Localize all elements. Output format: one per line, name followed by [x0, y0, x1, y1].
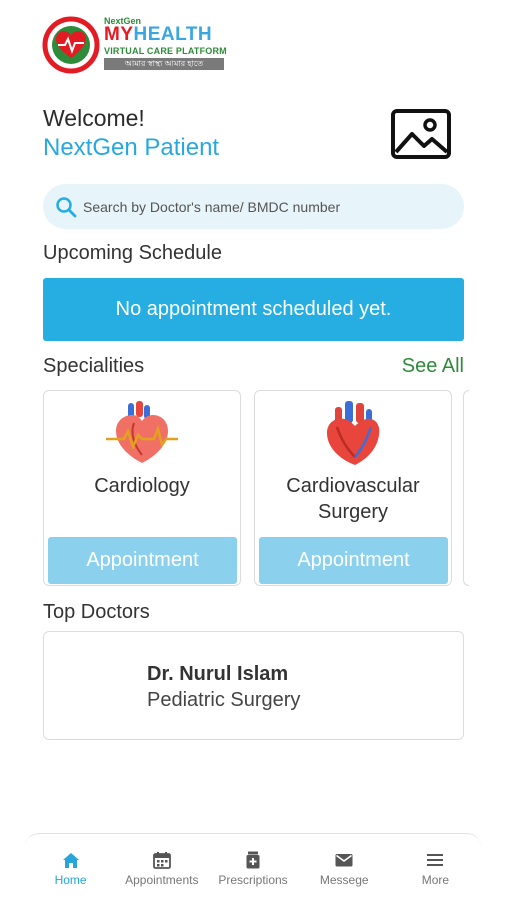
schedule-title: Upcoming Schedule	[43, 242, 222, 264]
logo-brand-sub: VIRTUAL CARE PLATFORM	[104, 46, 227, 56]
logo-brand-main: MYHEALTH	[104, 24, 212, 46]
welcome-text: Welcome!	[43, 105, 145, 131]
search-bar[interactable]	[43, 184, 464, 229]
mail-icon	[335, 854, 353, 867]
nav-label: Home	[54, 873, 87, 887]
doctor-speciality: Pediatric Surgery	[147, 689, 301, 711]
see-all-link[interactable]: See All	[402, 355, 464, 378]
logo-brand-health: HEALTH	[133, 24, 213, 45]
appointment-button[interactable]: Appointment	[259, 537, 448, 584]
prescription-icon	[246, 851, 260, 869]
speciality-card-cardiovascular-surgery[interactable]: Cardiovascular Surgery Appointment	[254, 390, 452, 586]
nav-home[interactable]: Home	[25, 834, 116, 900]
logo-brand-my: MY	[104, 24, 134, 45]
logo-brand-tag: আমার স্বাস্থ্য আমার হাতে	[104, 58, 224, 70]
no-appointment-banner: No appointment scheduled yet.	[43, 278, 464, 341]
calendar-icon	[152, 852, 171, 869]
speciality-name: Cardiology	[94, 475, 190, 497]
speciality-card-peek[interactable]	[463, 390, 469, 586]
speciality-name: Cardiovascular Surgery	[286, 475, 420, 523]
nav-label: Messege	[319, 873, 369, 887]
speciality-card-cardiology[interactable]: Cardiology Appointment	[43, 390, 241, 586]
specialities-title: Specialities	[43, 355, 145, 377]
app-logo: NextGen MYHEALTH VIRTUAL CARE PLATFORM আ…	[42, 16, 232, 78]
menu-icon	[427, 854, 444, 866]
top-doctors-title: Top Doctors	[43, 601, 150, 623]
nav-more[interactable]: More	[390, 834, 481, 900]
doctor-card[interactable]: Dr. Nurul Islam Pediatric Surgery	[43, 631, 464, 740]
logo-heart-icon	[42, 16, 100, 74]
nav-prescriptions[interactable]: Prescriptions	[207, 834, 298, 900]
nav-label: More	[421, 873, 450, 887]
appointment-button[interactable]: Appointment	[48, 537, 237, 584]
nav-appointments[interactable]: Appointments	[116, 834, 207, 900]
home-icon	[62, 853, 79, 868]
anatomical-heart-icon	[327, 401, 380, 465]
search-input[interactable]	[83, 184, 453, 229]
profile-photo-icon[interactable]	[390, 108, 452, 160]
heart-pulse-icon	[106, 401, 178, 463]
patient-name: NextGen Patient	[43, 134, 220, 161]
doctor-name: Dr. Nurul Islam	[147, 663, 289, 685]
nav-label: Appointments	[125, 873, 199, 887]
bottom-navigation: Home Appointments Prescriptions Messege …	[25, 833, 481, 900]
nav-label: Prescriptions	[218, 873, 288, 887]
search-icon	[56, 197, 77, 218]
nav-message[interactable]: Messege	[299, 834, 390, 900]
